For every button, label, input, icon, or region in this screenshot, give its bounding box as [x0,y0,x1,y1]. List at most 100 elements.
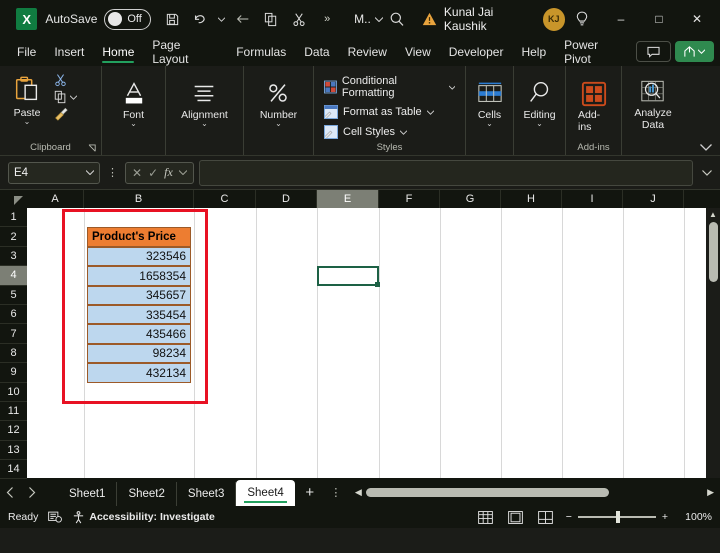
format-painter-button[interactable] [52,106,79,122]
dialog-launcher-icon[interactable] [88,144,97,153]
minimize-button[interactable]: – [602,0,640,38]
cancel-formula-icon[interactable]: ✕ [132,166,142,180]
tab-insert[interactable]: Insert [45,38,93,66]
lightbulb-icon[interactable] [575,11,602,27]
ribbon-group-alignment[interactable]: Alignment ⌄ [166,66,244,155]
row-header-12[interactable]: 12 [0,421,27,440]
table-header-cell[interactable]: Product's Price [87,227,191,246]
column-header-c[interactable]: C [194,190,256,208]
tab-help[interactable]: Help [512,38,555,66]
vertical-scrollbar[interactable]: ▲ [706,208,720,478]
horizontal-scroll-thumb[interactable] [366,488,609,497]
sheet-list-vertical-dots-icon[interactable]: ⋮ [325,486,347,499]
column-header-b[interactable]: B [84,190,194,208]
account-area[interactable]: Kunal Jai Kaushik KJ [422,5,565,33]
zoom-in-button[interactable]: + [662,511,668,523]
column-header-j[interactable]: J [623,190,684,208]
cell-styles-button[interactable]: Cell Styles [320,123,411,141]
column-header-a[interactable]: A [27,190,84,208]
document-title[interactable]: M.. [354,12,383,26]
cells-chevron-down-icon[interactable]: ⌄ [486,121,493,127]
row-header-6[interactable]: 6 [0,305,27,324]
fill-handle[interactable] [375,282,380,287]
name-box[interactable]: E4 [8,162,100,184]
zoom-slider-track[interactable] [578,516,656,518]
horizontal-scroll-track[interactable] [366,487,703,498]
tab-power-pivot[interactable]: Power Pivot [555,38,636,66]
row-header-5[interactable]: 5 [0,286,27,305]
redo-arrow-left-icon[interactable] [230,6,256,32]
number-button[interactable]: Number ⌄ [254,69,303,127]
sheet-prev-chevron-left-icon[interactable] [6,487,28,498]
sheet-tab-sheet2[interactable]: Sheet2 [117,482,176,506]
tab-formulas[interactable]: Formulas [227,38,295,66]
vertical-dots-icon[interactable]: ⋮ [105,166,120,179]
selected-cell-e4[interactable] [317,266,379,285]
table-row[interactable]: 1658354 [87,266,191,285]
select-all-corner[interactable] [0,190,27,208]
comments-button[interactable] [636,41,671,62]
sheet-tab-sheet3[interactable]: Sheet3 [177,482,236,506]
tab-developer[interactable]: Developer [440,38,513,66]
avatar[interactable]: KJ [543,8,565,31]
accessibility-status[interactable]: Accessibility: Investigate [72,511,214,524]
autosave-toggle[interactable]: Off [104,9,151,30]
ribbon-collapse-chevron-down-icon[interactable] [700,144,712,151]
tab-review[interactable]: Review [339,38,396,66]
ribbon-group-font[interactable]: Font ⌄ [102,66,166,155]
table-row[interactable]: 323546 [87,247,191,266]
column-header-i[interactable]: I [562,190,623,208]
font-chevron-down-icon[interactable]: ⌄ [130,121,137,127]
format-as-table-button[interactable]: Format as Table [320,103,438,121]
font-button[interactable]: Font ⌄ [113,69,155,127]
row-header-1[interactable]: 1 [0,208,27,227]
tab-file[interactable]: File [8,38,45,66]
undo-icon[interactable] [187,6,213,32]
tab-page-layout[interactable]: Page Layout [143,38,227,66]
horizontal-scrollbar[interactable]: ◀ ▶ [349,487,720,498]
formula-bar-expand-chevron-down-icon[interactable] [698,170,712,176]
sheet-next-chevron-right-icon[interactable] [28,487,50,498]
vertical-scroll-thumb[interactable] [709,222,718,282]
analyze-data-button[interactable]: Analyze Data [628,69,677,131]
ribbon-group-cells[interactable]: Cells ⌄ [466,66,514,155]
zoom-out-button[interactable]: − [566,511,572,523]
paste-button[interactable]: Paste ⌄ [6,69,48,125]
tab-home[interactable]: Home [93,38,143,66]
record-macro-icon[interactable] [48,511,62,523]
zoom-control[interactable]: − + [566,511,668,523]
row-header-9[interactable]: 9 [0,363,27,382]
column-header-d[interactable]: D [256,190,317,208]
maximize-button[interactable]: □ [640,0,678,38]
column-header-g[interactable]: G [440,190,501,208]
scroll-up-arrow-icon[interactable]: ▲ [709,208,717,221]
normal-view-icon[interactable] [476,509,496,525]
table-row[interactable]: 345657 [87,286,191,305]
row-header-3[interactable]: 3 [0,247,27,266]
undo-dropdown-chevron-down-icon[interactable] [215,6,228,32]
row-header-13[interactable]: 13 [0,441,27,460]
sheet-tab-sheet1[interactable]: Sheet1 [58,482,117,506]
share-button[interactable] [675,41,714,62]
close-button[interactable]: ✕ [678,0,716,38]
add-ins-button[interactable]: Add-ins [572,69,615,133]
page-layout-view-icon[interactable] [506,509,526,525]
editing-button[interactable]: Editing ⌄ [517,69,561,127]
table-row[interactable]: 435466 [87,324,191,343]
formula-input[interactable] [199,160,693,186]
conditional-formatting-button[interactable]: Conditional Formatting [320,73,459,101]
scroll-right-arrow-icon[interactable]: ▶ [707,487,714,498]
scroll-left-arrow-icon[interactable]: ◀ [355,487,362,498]
table-row[interactable]: 335454 [87,305,191,324]
row-header-2[interactable]: 2 [0,227,27,246]
cut-button[interactable] [52,72,79,88]
row-header-4[interactable]: 4 [0,266,27,285]
enter-formula-icon[interactable]: ✓ [148,166,158,180]
qat-overflow-button[interactable]: » [314,6,340,32]
grid-cells[interactable]: Product's Price 323546 1658354 345657 33… [27,208,720,478]
search-icon[interactable] [383,6,412,32]
row-header-14[interactable]: 14 [0,460,27,479]
sheet-tab-sheet4[interactable]: Sheet4 [236,480,294,506]
alignment-button[interactable]: Alignment ⌄ [175,69,234,127]
zoom-level-label[interactable]: 100% [678,511,712,523]
